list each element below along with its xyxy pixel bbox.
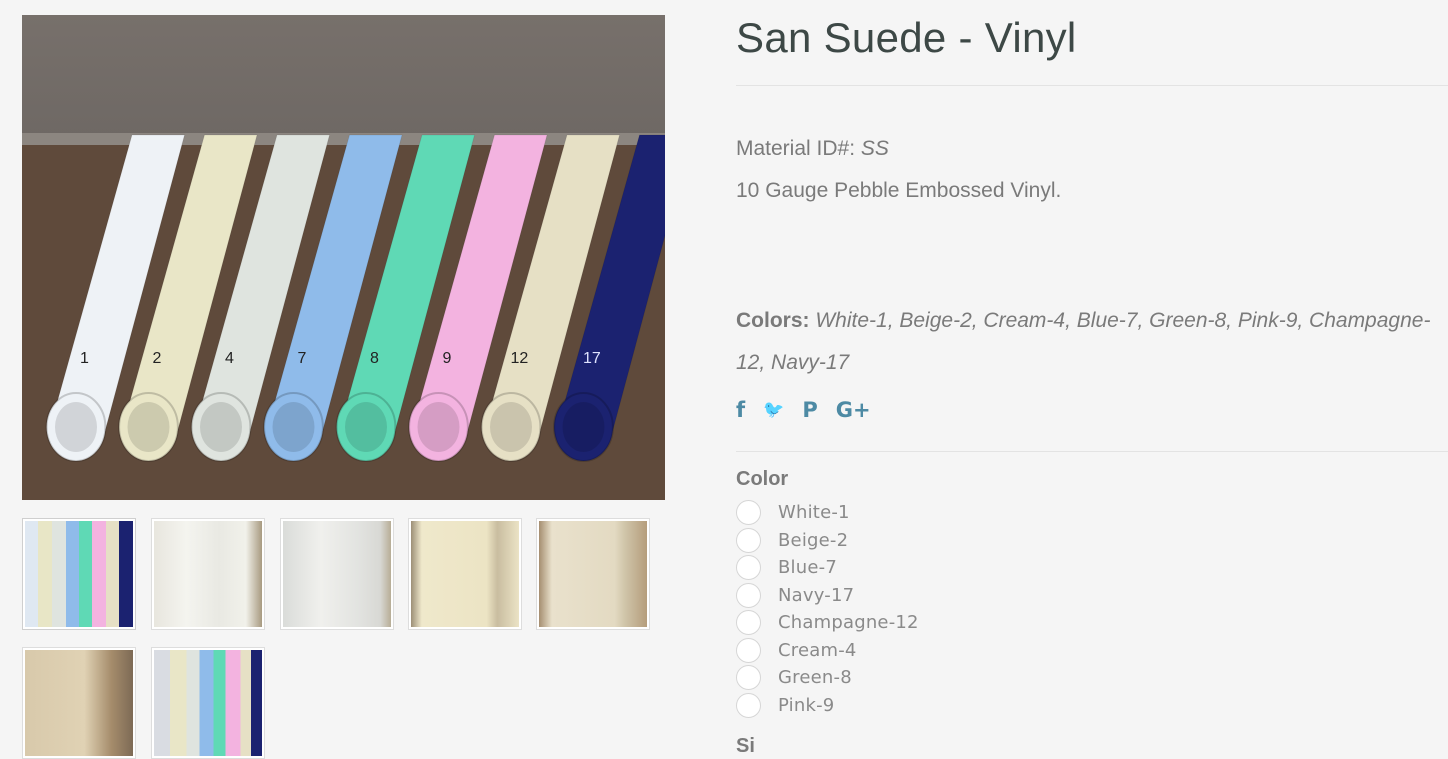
color-option[interactable]: Green-8 bbox=[736, 664, 919, 692]
options-divider bbox=[736, 451, 1448, 452]
color-option-label: Beige-2 bbox=[778, 529, 849, 551]
roll-number-label: 9 bbox=[442, 350, 451, 367]
thumbnail-image bbox=[411, 521, 519, 627]
thumbnail-white-curtain-2[interactable] bbox=[280, 518, 394, 630]
color-option[interactable]: Cream-4 bbox=[736, 637, 919, 665]
thumbnail-image bbox=[25, 521, 133, 627]
color-option-label: White-1 bbox=[778, 502, 850, 524]
facebook-icon[interactable]: f bbox=[736, 398, 745, 422]
radio-button[interactable] bbox=[736, 500, 761, 526]
thumbnail-champagne-curtain[interactable] bbox=[536, 518, 650, 630]
material-id-label: Material ID#: bbox=[736, 137, 856, 160]
color-option-label: Green-8 bbox=[778, 667, 852, 689]
radio-button[interactable] bbox=[736, 582, 761, 608]
color-option-label: Champagne-12 bbox=[778, 612, 919, 634]
roll-number-label: 4 bbox=[225, 350, 234, 367]
radio-button[interactable] bbox=[736, 527, 761, 553]
colors-value: White-1, Beige-2, Cream-4, Blue-7, Green… bbox=[736, 309, 1431, 374]
radio-button[interactable] bbox=[736, 665, 761, 691]
roll-number-label: 7 bbox=[297, 350, 306, 367]
roll-number-label: 2 bbox=[152, 350, 161, 367]
color-option-label: Navy-17 bbox=[778, 584, 855, 606]
roll-number-label: 12 bbox=[511, 350, 529, 367]
material-id: Material ID#: SS bbox=[736, 137, 889, 161]
thumbnail-white-curtain[interactable] bbox=[151, 518, 265, 630]
color-option-label: Pink-9 bbox=[778, 694, 835, 716]
thumbnail-cream-curtain[interactable] bbox=[408, 518, 522, 630]
color-option[interactable]: Beige-2 bbox=[736, 527, 919, 555]
color-option-list: White-1 Beige-2 Blue-7 Navy-17 Champagne-12 C… bbox=[736, 499, 919, 719]
main-product-image[interactable]: 1 2 4 7 8 9 12 17 bbox=[22, 15, 665, 500]
thumbnail-rolls[interactable] bbox=[22, 518, 136, 630]
social-share: f 🐦 P G+ bbox=[736, 398, 889, 422]
roll-number-label: 1 bbox=[80, 350, 89, 367]
thumbnail-image bbox=[25, 650, 133, 756]
pinterest-icon[interactable]: P bbox=[802, 398, 817, 422]
radio-button[interactable] bbox=[736, 637, 761, 663]
thumbnail-image bbox=[539, 521, 647, 627]
colors-list: Colors: White-1, Beige-2, Cream-4, Blue-… bbox=[736, 300, 1436, 384]
thumbnail-image bbox=[154, 521, 262, 627]
roll-number-label: 8 bbox=[370, 350, 379, 367]
size-option-label: Si bbox=[736, 735, 755, 757]
title-divider bbox=[736, 85, 1448, 86]
thumbnail-beige-curtain[interactable] bbox=[22, 647, 136, 759]
color-option[interactable]: White-1 bbox=[736, 499, 919, 527]
radio-button[interactable] bbox=[736, 692, 761, 718]
material-id-value: SS bbox=[860, 137, 889, 160]
thumbnail-image bbox=[283, 521, 391, 627]
color-option[interactable]: Pink-9 bbox=[736, 692, 919, 720]
google-plus-icon[interactable]: G+ bbox=[836, 398, 871, 422]
product-description: 10 Gauge Pebble Embossed Vinyl. bbox=[736, 179, 1062, 202]
radio-button[interactable] bbox=[736, 610, 761, 636]
colors-label: Colors: bbox=[736, 309, 810, 332]
product-title: San Suede - Vinyl bbox=[736, 14, 1077, 61]
twitter-icon[interactable]: 🐦 bbox=[763, 400, 784, 420]
thumbnail-image bbox=[154, 650, 262, 756]
thumbnail-roll-closeup[interactable] bbox=[151, 647, 265, 759]
radio-button[interactable] bbox=[736, 555, 761, 581]
roll-number-label: 17 bbox=[583, 350, 601, 367]
color-option-label: Color bbox=[736, 468, 789, 490]
color-option[interactable]: Navy-17 bbox=[736, 582, 919, 610]
color-option[interactable]: Champagne-12 bbox=[736, 609, 919, 637]
fabric-rolls-photo: 1 2 4 7 8 9 12 17 bbox=[22, 133, 665, 500]
color-option-label: Blue-7 bbox=[778, 557, 837, 579]
color-option[interactable]: Blue-7 bbox=[736, 554, 919, 582]
color-option-label: Cream-4 bbox=[778, 639, 857, 661]
